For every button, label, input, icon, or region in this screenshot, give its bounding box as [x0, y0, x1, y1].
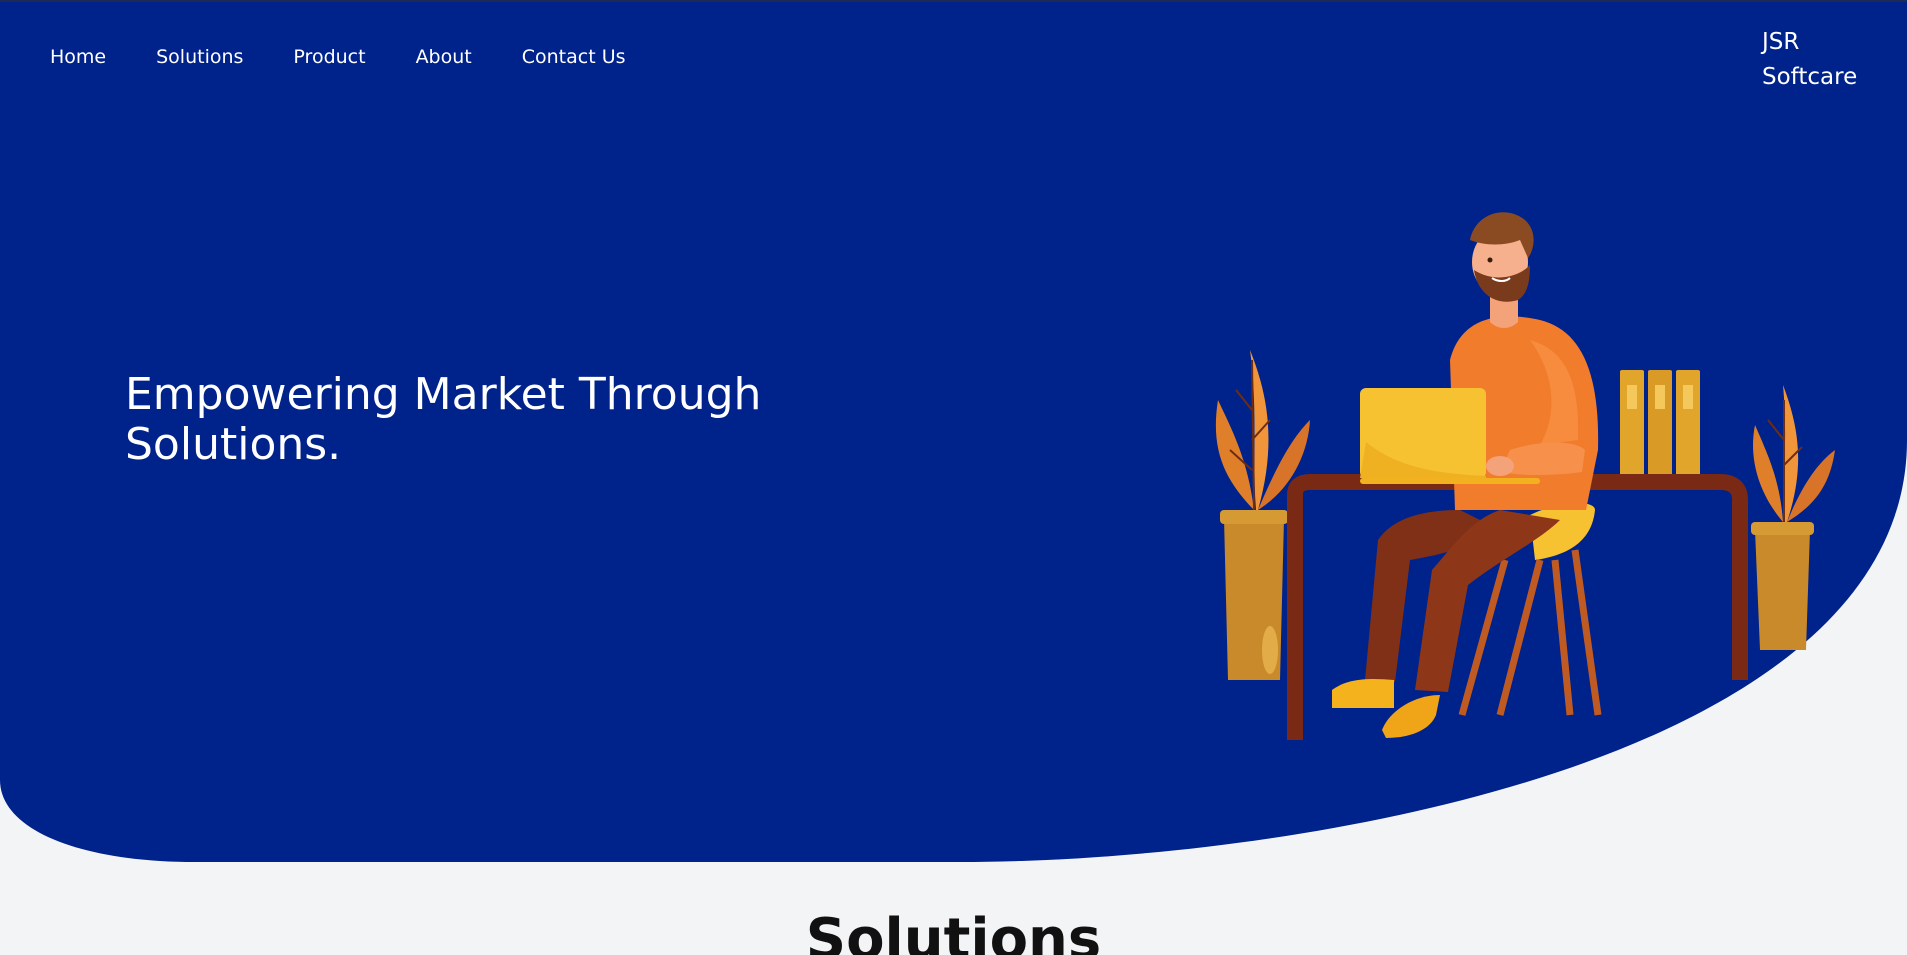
nav-home[interactable]: Home: [50, 46, 106, 68]
top-border: [0, 0, 1907, 2]
page: Home Solutions Product About Contact Us …: [0, 0, 1907, 955]
nav-product[interactable]: Product: [293, 46, 365, 68]
brand-logo-text[interactable]: JSR Softcare: [1762, 25, 1892, 95]
nav-about[interactable]: About: [416, 46, 472, 68]
nav-solutions[interactable]: Solutions: [156, 46, 243, 68]
binders-icon: [1620, 370, 1700, 480]
person-at-desk-illustration: [1215, 212, 1835, 740]
solutions-section-title: Solutions: [805, 907, 1102, 955]
main-nav: Home Solutions Product About Contact Us: [50, 46, 626, 68]
hero-title: Empowering Market Through Solutions.: [125, 369, 762, 470]
right-plant-icon: [1751, 385, 1835, 650]
nav-contact-us[interactable]: Contact Us: [522, 46, 626, 68]
